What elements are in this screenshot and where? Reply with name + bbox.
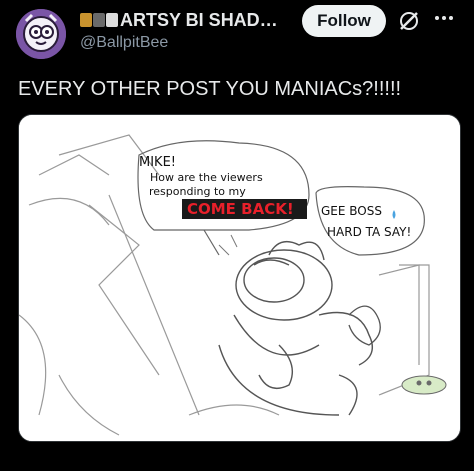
bubble-right-line-1: GEE BOSS (321, 204, 382, 218)
bubble-left-line-1: MIKE! (139, 155, 176, 170)
name-emoji-icons (80, 13, 118, 27)
bubble-left-line-2: How are the viewers (150, 171, 263, 184)
follow-button[interactable]: Follow (302, 5, 386, 37)
more-icon[interactable] (432, 8, 456, 28)
post-image[interactable]: MIKE! How are the viewers responding to … (18, 114, 461, 442)
display-name[interactable]: ARTSY BI SHAD… (120, 10, 278, 31)
bubble-left-line-3: responding to my (149, 185, 246, 198)
bubble-right-line-2: HARD TA SAY! (327, 225, 411, 239)
display-name-row[interactable]: ARTSY BI SHAD… (80, 8, 295, 32)
user-handle[interactable]: @BallpitBee (80, 34, 168, 52)
come-back-highlight: COME BACK! (187, 200, 294, 218)
grok-icon[interactable] (397, 9, 421, 33)
avatar[interactable] (16, 9, 66, 59)
post-header: ARTSY BI SHAD… @BallpitBee Follow (0, 0, 474, 66)
post-text: EVERY OTHER POST YOU MANIACs?!!!!! (18, 78, 402, 100)
